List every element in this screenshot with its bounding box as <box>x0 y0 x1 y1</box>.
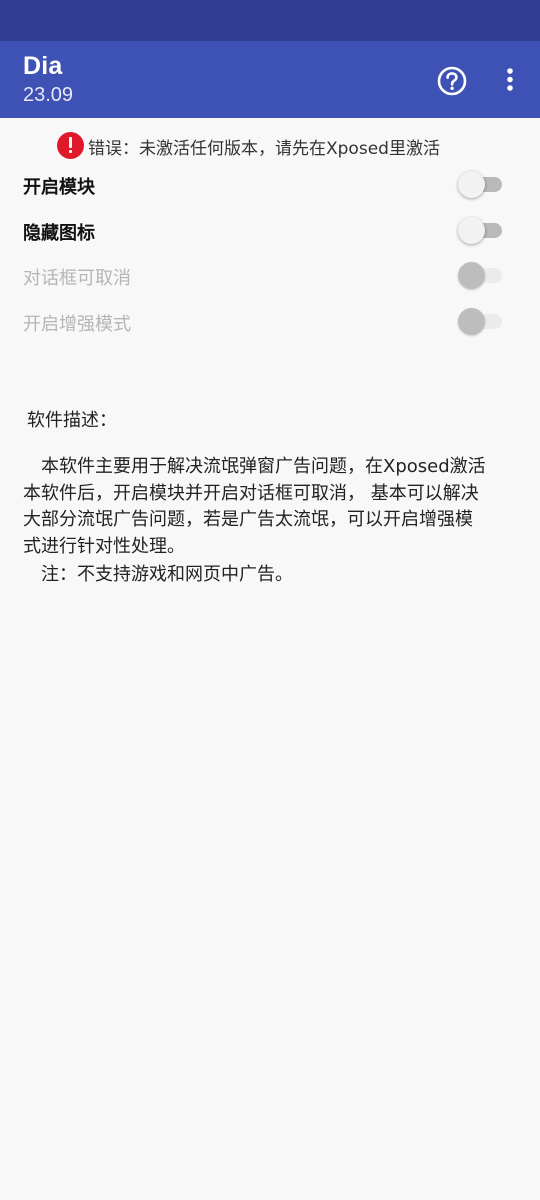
description-note: 注：不支持游戏和网页中广告。 <box>23 564 293 585</box>
switch-thumb <box>458 262 485 289</box>
status-bar <box>0 0 540 41</box>
error-text: 错误：未激活任何版本，请先在Xposed里激活 <box>88 139 440 159</box>
app-version: 23.09 <box>23 84 74 106</box>
activation-error: 错误：未激活任何版本，请先在Xposed里激活 <box>0 128 540 162</box>
enhanced-mode-switch <box>458 307 504 335</box>
more-options-button[interactable] <box>496 64 524 98</box>
app-title: Dia <box>23 52 63 80</box>
help-circle-icon <box>437 66 467 96</box>
more-vertical-icon <box>507 68 513 91</box>
help-button[interactable] <box>435 64 469 98</box>
switch-thumb <box>458 217 485 244</box>
setting-enable-module[interactable]: 开启模块 <box>0 161 540 207</box>
switch-thumb <box>458 171 485 198</box>
error-icon <box>57 132 84 159</box>
setting-label: 开启增强模式 <box>23 314 131 335</box>
description-body: 本软件主要用于解决流氓弹窗广告问题，在Xposed激活 本软件后，开启模块并开启… <box>23 454 523 560</box>
setting-hide-icon[interactable]: 隐藏图标 <box>0 207 540 253</box>
dialog-cancelable-switch <box>458 261 504 289</box>
app-bar: Dia 23.09 <box>0 41 540 118</box>
setting-label: 对话框可取消 <box>23 268 131 289</box>
description-line: 本软件后，开启模块并开启对话框可取消， 基本可以解决 <box>23 482 479 504</box>
enable-module-switch[interactable] <box>458 170 504 198</box>
description-line: 本软件主要用于解决流氓弹窗广告问题，在Xposed激活 <box>23 456 486 477</box>
setting-dialog-cancelable: 对话框可取消 <box>0 252 540 298</box>
hide-icon-switch[interactable] <box>458 216 504 244</box>
description-line: 式进行针对性处理。 <box>23 535 185 557</box>
description-title: 软件描述： <box>27 410 117 431</box>
description-line: 大部分流氓广告问题，若是广告太流氓，可以开启增强模 <box>23 509 473 530</box>
setting-label: 开启模块 <box>23 177 95 198</box>
switch-thumb <box>458 308 485 335</box>
setting-enhanced-mode: 开启增强模式 <box>0 298 540 344</box>
setting-label: 隐藏图标 <box>23 223 95 244</box>
